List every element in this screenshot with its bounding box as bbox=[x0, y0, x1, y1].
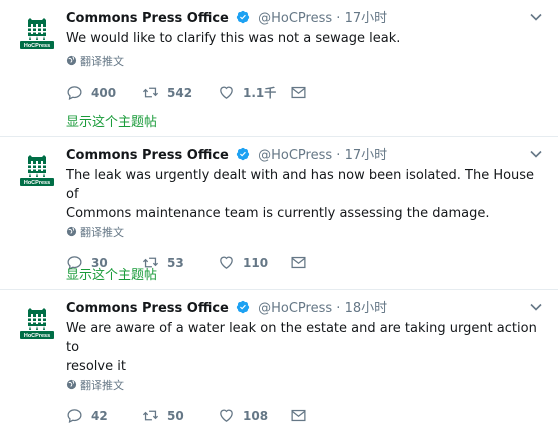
timestamp[interactable]: 17小时 bbox=[345, 11, 388, 26]
globe-icon bbox=[66, 55, 77, 66]
reply-count: 42 bbox=[91, 409, 108, 423]
avatar[interactable]: HoCPress bbox=[17, 14, 57, 54]
verified-icon bbox=[236, 10, 250, 24]
retweet-icon bbox=[142, 410, 159, 421]
avatar[interactable]: HoCPress bbox=[17, 151, 57, 191]
like-button[interactable]: 108 bbox=[218, 406, 268, 426]
tweet-1[interactable]: HoCPress Commons Press Office @HoCPress … bbox=[0, 0, 558, 137]
tweet-text-line: We are aware of a water leak on the esta… bbox=[66, 321, 537, 355]
globe-icon bbox=[66, 379, 77, 390]
timestamp[interactable]: 18小时 bbox=[345, 301, 388, 316]
show-thread-link[interactable]: 显示这个主题帖 bbox=[66, 264, 157, 283]
retweet-count: 53 bbox=[167, 256, 184, 270]
reply-button[interactable]: 42 bbox=[66, 406, 108, 426]
tweet-header: Commons Press Office @HoCPress · 17小时 bbox=[66, 146, 544, 166]
portcullis-icon: HoCPress bbox=[20, 308, 54, 339]
tweet-text-line: Commons maintenance team is currently as… bbox=[66, 206, 490, 221]
translate-label: 翻译推文 bbox=[80, 55, 124, 68]
tweet-text-line: resolve it bbox=[66, 359, 126, 374]
portcullis-icon: HoCPress bbox=[20, 155, 54, 186]
display-name[interactable]: Commons Press Office bbox=[66, 11, 229, 26]
avatar-label: HoCPress bbox=[24, 43, 50, 49]
like-icon bbox=[220, 256, 233, 269]
handle[interactable]: @HoCPress bbox=[258, 301, 332, 316]
avatar-label: HoCPress bbox=[24, 333, 50, 339]
like-icon bbox=[220, 409, 233, 422]
retweet-button[interactable]: 50 bbox=[142, 406, 184, 426]
translate-label: 翻译推文 bbox=[80, 379, 124, 392]
caret-down-icon[interactable] bbox=[528, 9, 544, 25]
translate-label: 翻译推文 bbox=[80, 226, 124, 239]
translate-link[interactable]: 翻译推文 bbox=[66, 378, 544, 394]
timestamp[interactable]: 17小时 bbox=[345, 148, 388, 163]
verified-icon bbox=[236, 300, 250, 314]
tweet-text-line: We would like to clarify this was not a … bbox=[66, 31, 401, 46]
like-button[interactable]: 110 bbox=[218, 253, 268, 273]
tweet-2[interactable]: HoCPress Commons Press Office @HoCPress … bbox=[0, 137, 558, 290]
avatar[interactable]: HoCPress bbox=[17, 304, 57, 344]
avatar-label: HoCPress bbox=[24, 180, 50, 186]
reply-icon bbox=[67, 86, 82, 101]
tweet-text: The leak was urgently dealt with and has… bbox=[66, 166, 544, 223]
caret-down-icon[interactable] bbox=[528, 299, 544, 315]
reply-icon bbox=[67, 409, 82, 424]
retweet-count: 542 bbox=[167, 86, 193, 100]
reply-button[interactable]: 400 bbox=[66, 83, 116, 103]
retweet-button[interactable]: 542 bbox=[142, 83, 192, 103]
tweet-text: We would like to clarify this was not a … bbox=[66, 29, 544, 48]
tweet-header: Commons Press Office @HoCPress · 18小时 bbox=[66, 299, 544, 319]
show-thread-link[interactable]: 显示这个主题帖 bbox=[66, 111, 157, 130]
separator-dot: · bbox=[336, 301, 341, 316]
tweet-actions: 400 542 1.1千 bbox=[66, 83, 544, 103]
message-button[interactable] bbox=[290, 406, 307, 426]
translate-link[interactable]: 翻译推文 bbox=[66, 225, 544, 241]
message-icon bbox=[291, 409, 306, 422]
tweet-text: We are aware of a water leak on the esta… bbox=[66, 319, 544, 376]
handle[interactable]: @HoCPress bbox=[258, 148, 332, 163]
message-button[interactable] bbox=[290, 83, 307, 103]
message-button[interactable] bbox=[290, 253, 307, 273]
reply-count: 400 bbox=[91, 86, 117, 100]
message-icon bbox=[291, 256, 306, 269]
retweet-count: 50 bbox=[167, 409, 184, 423]
like-count: 1.1千 bbox=[243, 86, 277, 100]
tweet-text-line: The leak was urgently dealt with and has… bbox=[66, 168, 535, 202]
like-icon bbox=[220, 86, 233, 99]
caret-down-icon[interactable] bbox=[528, 146, 544, 162]
display-name[interactable]: Commons Press Office bbox=[66, 148, 229, 163]
separator-dot: · bbox=[336, 11, 341, 26]
message-icon bbox=[291, 86, 306, 99]
separator-dot: · bbox=[336, 148, 341, 163]
translate-link[interactable]: 翻译推文 bbox=[66, 54, 544, 70]
handle[interactable]: @HoCPress bbox=[258, 11, 332, 26]
tweet-header: Commons Press Office @HoCPress · 17小时 bbox=[66, 9, 544, 29]
globe-icon bbox=[66, 226, 77, 237]
like-count: 110 bbox=[243, 256, 269, 270]
display-name[interactable]: Commons Press Office bbox=[66, 301, 229, 316]
tweet-3[interactable]: HoCPress Commons Press Office @HoCPress … bbox=[0, 290, 558, 424]
portcullis-icon: HoCPress bbox=[20, 18, 54, 49]
verified-icon bbox=[236, 147, 250, 161]
like-button[interactable]: 1.1千 bbox=[218, 83, 276, 103]
retweet-icon bbox=[142, 87, 159, 98]
tweet-actions: 42 50 108 bbox=[66, 406, 544, 426]
like-count: 108 bbox=[243, 409, 269, 423]
